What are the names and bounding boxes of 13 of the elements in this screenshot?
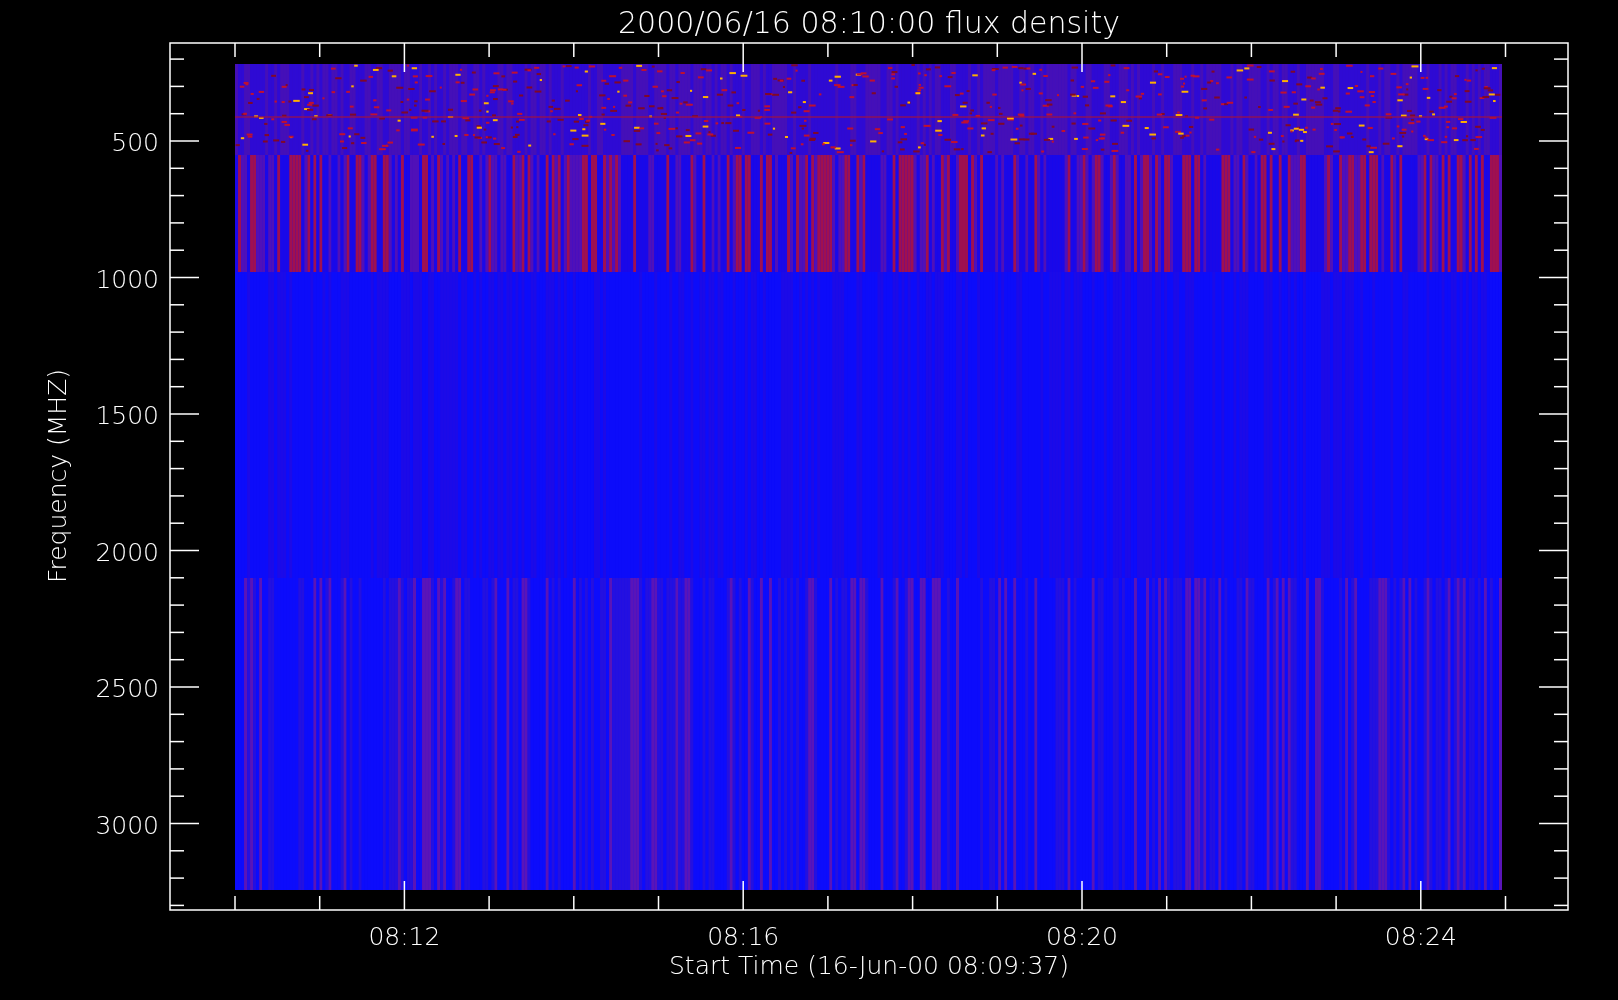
y-tick-label: 2500 <box>95 674 159 703</box>
y-axis-title: Frequency (MHZ) <box>43 368 72 584</box>
y-tick-label: 1500 <box>95 401 159 430</box>
chart-title: 2000/06/16 08:10:00 flux density <box>618 5 1120 40</box>
x-axis-title: Start Time (16-Jun-00 08:09:37) <box>669 951 1069 980</box>
x-tick-label: 08:12 <box>368 922 441 951</box>
y-tick-label: 1000 <box>95 264 159 294</box>
y-tick-label: 3000 <box>95 810 159 840</box>
x-tick-label: 08:20 <box>1046 922 1118 951</box>
y-tick-label: 2000 <box>95 537 159 567</box>
x-tick-label: 08:16 <box>707 922 780 951</box>
x-tick-label: 08:24 <box>1384 922 1457 951</box>
y-tick-label: 500 <box>111 128 159 157</box>
